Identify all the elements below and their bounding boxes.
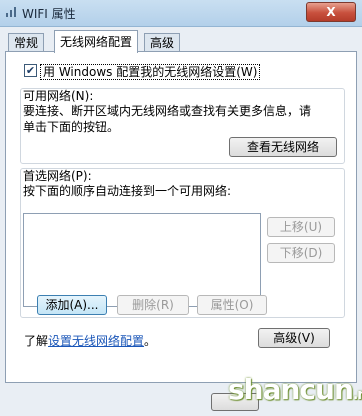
learn-suffix: 。: [144, 334, 157, 348]
preferred-desc: 按下面的顺序自动连接到一个可用网络:: [23, 184, 232, 198]
delete-button[interactable]: 删除(R): [117, 295, 189, 315]
preferred-networks-group: 首选网络(P): 按下面的顺序自动连接到一个可用网络: 上移(U) 下移(D) …: [20, 168, 345, 318]
move-down-button[interactable]: 下移(D): [267, 243, 335, 263]
learn-link[interactable]: 设置无线网络配置: [48, 334, 144, 348]
available-networks-group: 可用网络(N): 要连接、断开区域内无线网络或查找有关更多信息，请 单击下面的按…: [20, 88, 345, 164]
properties-button[interactable]: 属性(O): [197, 295, 267, 315]
tab-wireless-config[interactable]: 无线网络配置: [54, 30, 139, 53]
use-windows-checkbox[interactable]: ✔: [24, 64, 37, 77]
available-desc-line2: 单击下面的按钮。: [23, 120, 120, 134]
move-up-button[interactable]: 上移(U): [267, 217, 335, 237]
watermark-logo: shancun.net: [228, 369, 362, 411]
tab-advanced[interactable]: 高级: [144, 33, 181, 52]
window-title: WIFI 属性: [22, 7, 76, 21]
wireless-config-panel: ✔ 用 Windows 配置我的无线网络设置(W) 可用网络(N): 要连接、断…: [5, 51, 357, 383]
available-desc-line1: 要连接、断开区域内无线网络或查找有关更多信息，请: [23, 104, 312, 118]
add-button[interactable]: 添加(A)...: [37, 295, 107, 315]
advanced-button[interactable]: 高级(V): [258, 328, 330, 348]
available-networks-title: 可用网络(N):: [23, 89, 94, 103]
title-bar: WIFI 属性 X: [0, 0, 362, 27]
preferred-networks-list[interactable]: [23, 213, 261, 307]
watermark-text: shancun: [228, 373, 354, 406]
network-icon: [6, 7, 16, 17]
use-windows-label: 用 Windows 配置我的无线网络设置(W): [40, 64, 261, 80]
close-button[interactable]: X: [306, 2, 356, 22]
preferred-networks-title: 首选网络(P):: [23, 169, 92, 183]
learn-prefix: 了解: [24, 334, 49, 348]
watermark-suffix: .net: [352, 387, 362, 403]
tab-general[interactable]: 常规: [8, 33, 45, 52]
view-wireless-networks-button[interactable]: 查看无线网络: [229, 137, 337, 157]
learn-more-line: 了解设置无线网络配置。: [24, 332, 156, 349]
